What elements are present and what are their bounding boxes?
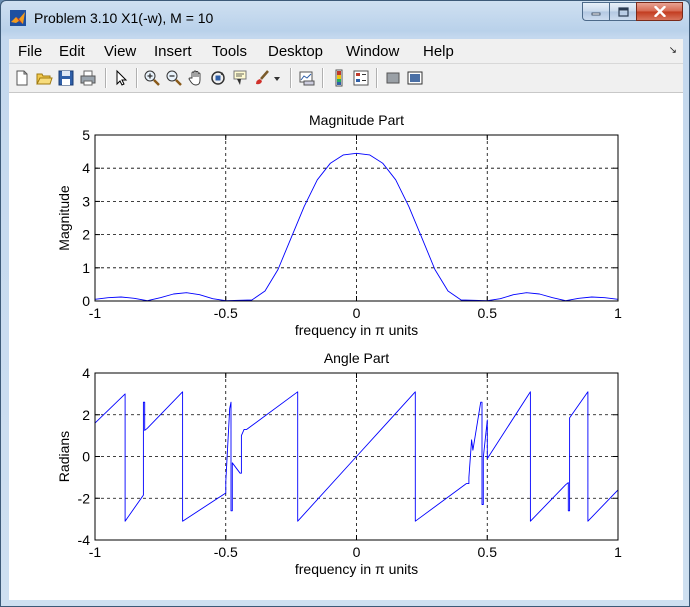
y-axis-label: Radians	[56, 431, 72, 482]
close-icon	[653, 6, 666, 17]
axes-1: -1 -0.5 0 0.5 1 0 1 2 3 4 5 Magnitude Part frequency…	[56, 112, 622, 338]
chart-title: Angle Part	[324, 350, 389, 366]
x-tick-label: -0.5	[214, 544, 238, 560]
menu-desktop[interactable]: Desktop	[268, 43, 323, 60]
rotate-3d-icon[interactable]	[209, 69, 227, 87]
y-tick-label: 1	[82, 260, 90, 276]
edit-plot-arrow-icon[interactable]	[112, 69, 130, 87]
toolbar-separator	[290, 68, 292, 88]
y-tick-label: 4	[82, 365, 90, 381]
x-tick-label: 1	[614, 544, 622, 560]
figure-toolbar	[9, 64, 683, 93]
maximize-button[interactable]	[609, 2, 636, 21]
menu-view[interactable]: View	[104, 43, 136, 60]
menu-insert[interactable]: Insert	[154, 43, 192, 60]
minimize-button[interactable]	[582, 2, 609, 21]
insert-legend-icon[interactable]	[352, 69, 370, 87]
y-tick-label: -4	[78, 532, 91, 548]
x-tick-label: 0.5	[478, 305, 498, 321]
window-title: Problem 3.10 X1(-w), M = 10	[34, 10, 214, 26]
insert-colorbar-icon[interactable]	[330, 69, 348, 87]
link-plot-icon[interactable]	[298, 69, 316, 87]
zoom-out-icon[interactable]	[165, 69, 183, 87]
x-tick-label: 0	[353, 544, 361, 560]
data-cursor-icon[interactable]	[231, 69, 249, 87]
toolbar-separator	[376, 68, 378, 88]
menu-bar: File Edit View Insert Tools Desktop Wind…	[9, 39, 683, 64]
print-icon[interactable]	[79, 69, 97, 87]
menu-help[interactable]: Help	[423, 43, 454, 60]
pan-hand-icon[interactable]	[187, 69, 205, 87]
zoom-in-icon[interactable]	[143, 69, 161, 87]
menu-tools[interactable]: Tools	[212, 43, 247, 60]
open-file-icon[interactable]	[35, 69, 53, 87]
figure-canvas[interactable]: -1 -0.5 0 0.5 1 0 1 2 3 4 5 Magnitude Part frequency…	[9, 93, 683, 600]
y-tick-label: 4	[82, 160, 90, 176]
show-plot-tools-icon[interactable]	[406, 69, 424, 87]
menu-file[interactable]: File	[18, 43, 42, 60]
x-tick-label: -1	[89, 544, 102, 560]
toolbar-separator	[136, 68, 138, 88]
y-tick-label: 0	[82, 449, 90, 465]
matlab-logo-icon	[10, 10, 26, 26]
y-tick-label: 5	[82, 127, 90, 143]
window-controls	[582, 2, 683, 22]
x-tick-label: -1	[89, 305, 102, 321]
plots-svg: -1 -0.5 0 0.5 1 0 1 2 3 4 5 Magnitude Part frequency…	[56, 112, 622, 577]
maximize-icon	[617, 6, 629, 17]
x-tick-label: 0.5	[478, 544, 498, 560]
y-axis-label: Magnitude	[56, 185, 72, 251]
title-bar[interactable]: Problem 3.10 X1(-w), M = 10	[1, 1, 689, 35]
close-button[interactable]	[636, 2, 683, 21]
minimize-icon	[591, 12, 601, 15]
x-tick-label: 0	[353, 305, 361, 321]
y-tick-label: -2	[78, 490, 91, 506]
menu-edit[interactable]: Edit	[59, 43, 85, 60]
y-tick-label: 0	[82, 293, 90, 309]
menu-window[interactable]: Window	[346, 43, 399, 60]
save-icon[interactable]	[57, 69, 75, 87]
x-axis-label: frequency in π units	[295, 322, 418, 338]
y-tick-label: 2	[82, 227, 90, 243]
y-tick-label: 2	[82, 407, 90, 423]
new-figure-icon[interactable]	[13, 69, 31, 87]
menu-dock-arrow-icon[interactable]: ↘	[669, 45, 677, 56]
y-tick-label: 3	[82, 193, 90, 209]
brush-dropdown-icon[interactable]	[272, 69, 282, 87]
toolbar-separator	[322, 68, 324, 88]
toolbar-separator	[105, 68, 107, 88]
x-tick-label: 1	[614, 305, 622, 321]
x-tick-label: -0.5	[214, 305, 238, 321]
x-axis-label: frequency in π units	[295, 561, 418, 577]
chart-title: Magnitude Part	[309, 112, 404, 128]
figure-window: Problem 3.10 X1(-w), M = 10 File Edit Vi…	[0, 0, 690, 607]
hide-plot-tools-icon[interactable]	[384, 69, 402, 87]
axes-2: -1 -0.5 0 0.5 1 -4 -2 0 2 4 Angle Part frequency in…	[56, 350, 622, 577]
brush-icon[interactable]	[253, 69, 271, 87]
